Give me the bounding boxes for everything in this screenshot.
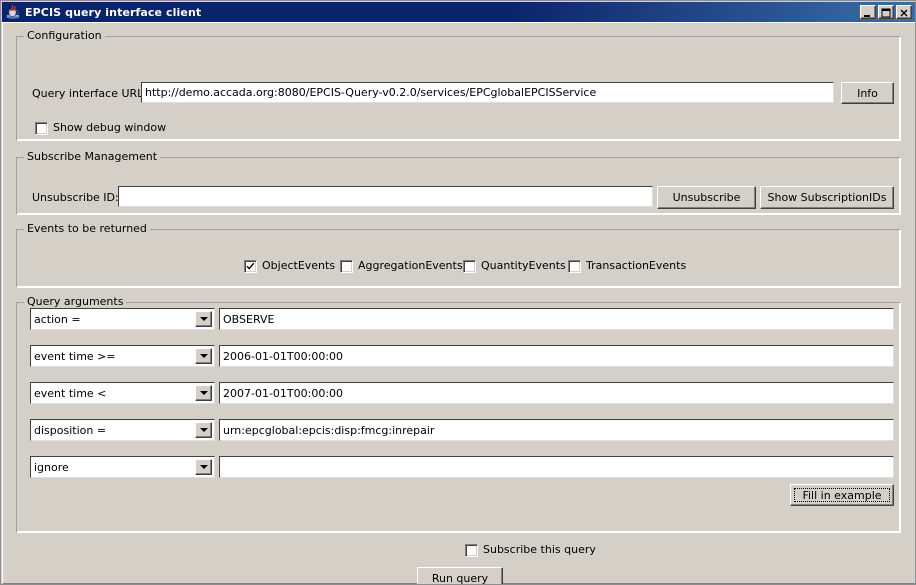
show-debug-window-checkbox[interactable]: Show debug window: [35, 121, 166, 135]
java-cup-icon: [5, 4, 21, 20]
chevron-down-icon[interactable]: [195, 385, 212, 401]
chevron-down-icon[interactable]: [195, 348, 212, 364]
checkbox-aggregation-events[interactable]: AggregationEvents: [340, 259, 463, 273]
query-arg-select-2[interactable]: event time <: [30, 382, 215, 404]
checkbox-box[interactable]: [35, 121, 48, 135]
query-arg-value-0[interactable]: OBSERVE: [219, 308, 894, 330]
query-arg-value-3[interactable]: urn:epcglobal:epcis:disp:fmcg:inrepair: [219, 419, 894, 441]
configuration-group-title: Configuration: [24, 30, 105, 42]
query-arg-select-text-0: action =: [34, 312, 81, 326]
unsubscribe-id-label: Unsubscribe ID:: [32, 191, 119, 204]
query-arg-select-text-4: ignore: [34, 460, 69, 474]
query-arg-value-2[interactable]: 2007-01-01T00:00:00: [219, 382, 894, 404]
events-group-title: Events to be returned: [24, 223, 150, 235]
query-arg-select-text-3: disposition =: [34, 423, 107, 437]
query-arguments-group: Query arguments: [16, 296, 901, 533]
checkbox-box[interactable]: [340, 259, 353, 273]
fill-in-example-button[interactable]: Fill in example: [790, 484, 894, 506]
query-arg-select-text-2: event time <: [34, 386, 107, 400]
checkbox-transaction-events[interactable]: TransactionEvents: [568, 259, 686, 273]
checkbox-box[interactable]: [568, 259, 581, 273]
checkbox-box[interactable]: [463, 259, 476, 273]
title-bar[interactable]: EPCIS query interface client: [2, 2, 915, 22]
unsubscribe-button[interactable]: Unsubscribe: [657, 186, 756, 209]
checkbox-label: AggregationEvents: [358, 259, 463, 272]
window-title: EPCIS query interface client: [25, 5, 202, 19]
minimize-button[interactable]: [860, 5, 876, 19]
checkbox-label: TransactionEvents: [586, 259, 687, 272]
window-controls: [860, 5, 914, 19]
query-arg-select-text-1: event time >=: [34, 349, 116, 363]
subscribe-this-query-checkbox[interactable]: Subscribe this query: [465, 543, 596, 557]
main-content: Configuration Query interface URL: http:…: [2, 22, 915, 584]
application-window: EPCIS query interface client Configurati…: [0, 0, 916, 585]
checkbox-object-events[interactable]: ObjectEvents: [244, 259, 335, 273]
checkbox-label: QuantityEvents: [481, 259, 566, 272]
query-arguments-group-title: Query arguments: [24, 296, 127, 308]
close-button[interactable]: [896, 5, 912, 19]
query-arg-select-3[interactable]: disposition =: [30, 419, 215, 441]
run-query-button[interactable]: Run query: [417, 567, 503, 584]
checkbox-quantity-events[interactable]: QuantityEvents: [463, 259, 566, 273]
checkbox-box[interactable]: [244, 259, 257, 273]
query-arg-value-1[interactable]: 2006-01-01T00:00:00: [219, 345, 894, 367]
maximize-button[interactable]: [878, 5, 894, 19]
info-button[interactable]: Info: [841, 82, 894, 104]
checkbox-label: ObjectEvents: [262, 259, 336, 272]
show-subscription-ids-button[interactable]: Show SubscriptionIDs: [760, 186, 894, 209]
chevron-down-icon[interactable]: [195, 422, 212, 438]
subscribe-management-group-title: Subscribe Management: [24, 151, 161, 163]
query-arg-select-4[interactable]: ignore: [30, 456, 215, 478]
subscribe-this-query-label: Subscribe this query: [483, 543, 596, 556]
query-arg-select-1[interactable]: event time >=: [30, 345, 215, 367]
chevron-down-icon[interactable]: [195, 311, 212, 327]
show-debug-window-label: Show debug window: [53, 121, 167, 134]
chevron-down-icon[interactable]: [195, 459, 212, 475]
query-arg-select-0[interactable]: action =: [30, 308, 215, 330]
query-url-label: Query interface URL:: [32, 87, 148, 100]
unsubscribe-id-input[interactable]: [118, 186, 653, 207]
query-arg-value-4[interactable]: [219, 456, 894, 478]
checkbox-box[interactable]: [465, 543, 478, 557]
query-url-input[interactable]: http://demo.accada.org:8080/EPCIS-Query-…: [141, 82, 834, 103]
fill-in-example-label: Fill in example: [802, 488, 882, 502]
